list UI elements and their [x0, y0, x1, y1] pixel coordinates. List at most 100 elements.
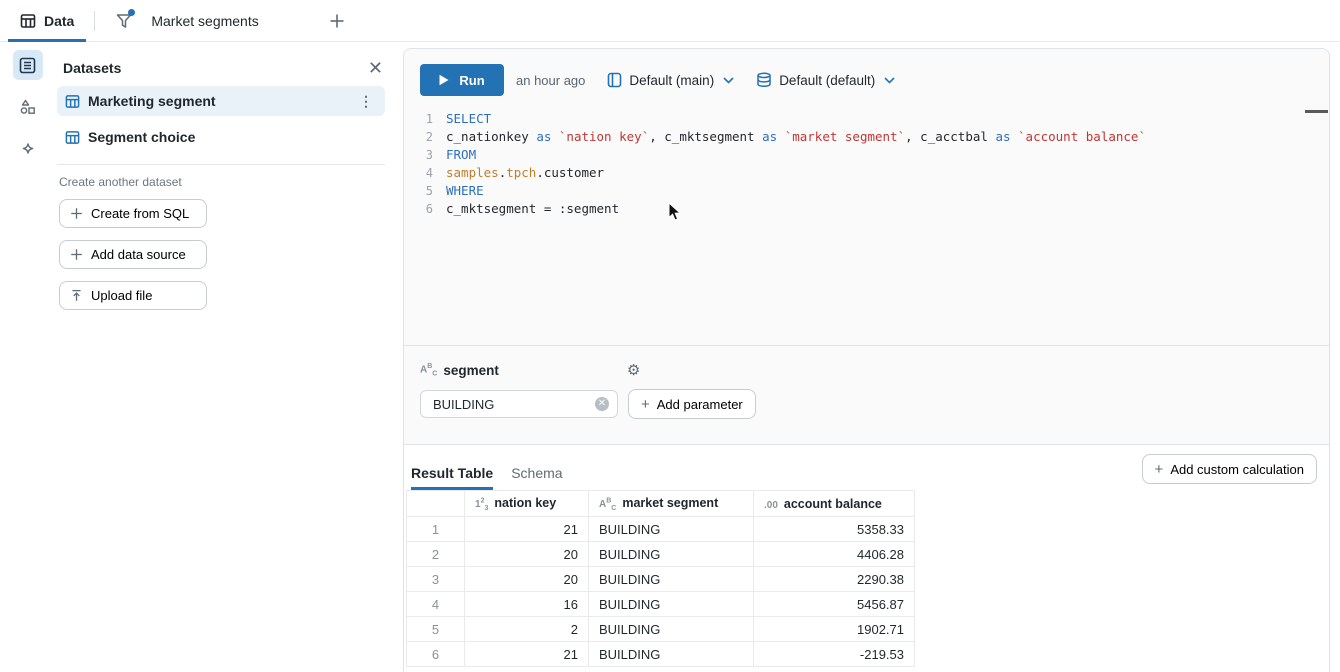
- code-line[interactable]: 5 WHERE: [404, 182, 1329, 200]
- market-segment-cell: BUILDING: [589, 517, 754, 542]
- tab-result-table[interactable]: Result Table: [411, 465, 493, 490]
- account-balance-cell: 5358.33: [754, 517, 915, 542]
- database-icon: [756, 72, 772, 88]
- account-balance-cell: 4406.28: [754, 542, 915, 567]
- line-number: 6: [404, 200, 446, 218]
- chevron-down-icon: [884, 77, 895, 84]
- button-label: Upload file: [91, 288, 152, 303]
- line-number: 2: [404, 128, 446, 146]
- dataset-table-icon: [65, 94, 80, 109]
- result-table: 123nation key ABCmarket segment .00accou…: [406, 490, 915, 667]
- filter-icon: [115, 12, 133, 30]
- code-line[interactable]: 3FROM: [404, 146, 1329, 164]
- add-custom-calculation-label: Add custom calculation: [1170, 462, 1304, 477]
- number-type-icon: 123: [475, 499, 488, 510]
- nation-key-cell: 2: [465, 617, 589, 642]
- rail-assistant-button[interactable]: [13, 134, 43, 164]
- run-button[interactable]: Run: [420, 64, 504, 96]
- datasets-panel-title: Datasets: [63, 60, 362, 76]
- market-segment-header[interactable]: ABCmarket segment: [589, 491, 754, 517]
- code-line[interactable]: 1SELECT: [404, 110, 1329, 128]
- dataset-item-segment-choice[interactable]: Segment choice: [57, 122, 385, 152]
- code-text: SELECT: [446, 110, 491, 128]
- account-balance-cell: 5456.87: [754, 592, 915, 617]
- datasets-panel-icon: [19, 57, 36, 74]
- upload-icon: [70, 289, 83, 302]
- add-custom-calculation-button[interactable]: + Add custom calculation: [1142, 454, 1317, 484]
- schema-selector[interactable]: Default (default): [756, 72, 895, 88]
- nation-key-cell: 20: [465, 542, 589, 567]
- string-type-icon: ABC: [420, 363, 437, 377]
- code-line[interactable]: 6 c_mktsegment = :segment: [404, 200, 1329, 218]
- close-icon[interactable]: ✕: [362, 57, 389, 79]
- row-number: 3: [407, 567, 465, 592]
- account-balance-cell: 1902.71: [754, 617, 915, 642]
- plus-icon: +: [1155, 461, 1164, 478]
- string-type-icon: ABC: [599, 499, 616, 510]
- line-number: 4: [404, 164, 446, 182]
- parameter-value: BUILDING: [433, 397, 494, 412]
- line-number: 5: [404, 182, 446, 200]
- row-number: 6: [407, 642, 465, 667]
- row-number: 2: [407, 542, 465, 567]
- plus-icon: [329, 13, 345, 29]
- add-data-source-button[interactable]: Add data source: [59, 240, 207, 269]
- line-number: 3: [404, 146, 446, 164]
- table-row[interactable]: 621BUILDING-219.53: [407, 642, 915, 667]
- dataset-table-icon: [65, 130, 80, 145]
- sidebar-rail: [0, 50, 55, 164]
- tab-data-label: Data: [44, 13, 74, 29]
- market-segment-cell: BUILDING: [589, 567, 754, 592]
- code-line[interactable]: 4 samples.tpch.customer: [404, 164, 1329, 182]
- catalog-selector[interactable]: Default (main): [607, 72, 734, 88]
- shapes-icon: [19, 98, 37, 116]
- schema-selector-value: Default (default): [779, 73, 875, 88]
- row-number: 1: [407, 517, 465, 542]
- table-icon: [20, 13, 36, 29]
- market-segment-cell: BUILDING: [589, 592, 754, 617]
- code-line[interactable]: 2 c_nationkey as `nation key`, c_mktsegm…: [404, 128, 1329, 146]
- sparkle-icon: [19, 140, 37, 158]
- parameter-value-input[interactable]: BUILDING ✕: [420, 390, 618, 418]
- page-tabbar: Data Market segments: [0, 0, 1340, 42]
- last-run-timestamp: an hour ago: [516, 73, 585, 88]
- add-parameter-button[interactable]: + Add parameter: [628, 389, 756, 419]
- rail-canvas-button[interactable]: [13, 92, 43, 122]
- dataset-item-label: Segment choice: [88, 129, 195, 145]
- tab-data[interactable]: Data: [8, 0, 86, 42]
- button-label: Create from SQL: [91, 206, 189, 221]
- account-balance-header[interactable]: .00account balance: [754, 491, 915, 517]
- market-segment-cell: BUILDING: [589, 617, 754, 642]
- code-lines[interactable]: 1SELECT2 c_nationkey as `nation key`, c_…: [404, 104, 1329, 218]
- rail-datasets-button[interactable]: [13, 50, 43, 80]
- editor-scrollbar[interactable]: [1305, 110, 1328, 113]
- catalog-selector-value: Default (main): [629, 73, 714, 88]
- create-from-sql-button[interactable]: Create from SQL: [59, 199, 207, 228]
- plus-icon: +: [641, 396, 650, 413]
- code-text: c_nationkey as `nation key`, c_mktsegmen…: [446, 128, 1146, 146]
- plus-icon: [70, 248, 83, 261]
- table-row[interactable]: 52BUILDING1902.71: [407, 617, 915, 642]
- row-number: 4: [407, 592, 465, 617]
- table-row[interactable]: 320BUILDING2290.38: [407, 567, 915, 592]
- table-row[interactable]: 220BUILDING4406.28: [407, 542, 915, 567]
- code-text: WHERE: [446, 182, 484, 200]
- catalog-icon: [607, 72, 622, 88]
- tab-market-segments[interactable]: Market segments: [103, 0, 270, 42]
- nation-key-cell: 21: [465, 642, 589, 667]
- table-row[interactable]: 121BUILDING5358.33: [407, 517, 915, 542]
- nation-key-cell: 16: [465, 592, 589, 617]
- add-tab-button[interactable]: [323, 7, 351, 35]
- nation-key-header[interactable]: 123nation key: [465, 491, 589, 517]
- create-another-dataset-label: Create another dataset: [59, 175, 393, 189]
- clear-value-icon[interactable]: ✕: [595, 397, 609, 411]
- tab-schema[interactable]: Schema: [511, 465, 562, 490]
- result-table-body: 121BUILDING5358.33220BUILDING4406.28320B…: [407, 517, 915, 667]
- table-row[interactable]: 416BUILDING5456.87: [407, 592, 915, 617]
- gear-icon[interactable]: ⚙: [627, 361, 640, 379]
- kebab-menu-icon[interactable]: ⋮: [355, 93, 377, 110]
- upload-file-button[interactable]: Upload file: [59, 281, 207, 310]
- row-number: 5: [407, 617, 465, 642]
- market-segment-cell: BUILDING: [589, 642, 754, 667]
- dataset-item-marketing-segment[interactable]: Marketing segment ⋮: [57, 86, 385, 116]
